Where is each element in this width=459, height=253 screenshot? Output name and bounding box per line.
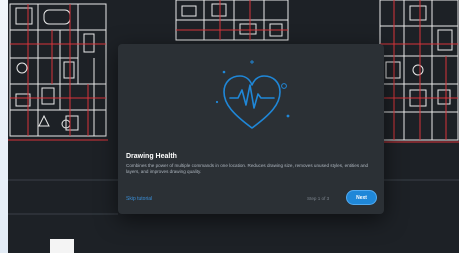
canvas-tab [50, 239, 74, 253]
skip-tutorial-link[interactable]: Skip tutorial [126, 196, 152, 202]
step-counter: Step 1 of 3 [307, 196, 330, 201]
left-panel-strip [0, 0, 8, 253]
tutorial-dialog: Drawing Health Combines the power of mul… [118, 44, 384, 214]
cad-viewport[interactable]: Drawing Health Combines the power of mul… [8, 0, 459, 253]
dialog-title: Drawing Health [126, 153, 177, 160]
dialog-description: Combines the power of multiple commands … [126, 163, 369, 175]
next-button[interactable]: Next [346, 190, 377, 205]
heart-pulse-icon [215, 60, 290, 129]
